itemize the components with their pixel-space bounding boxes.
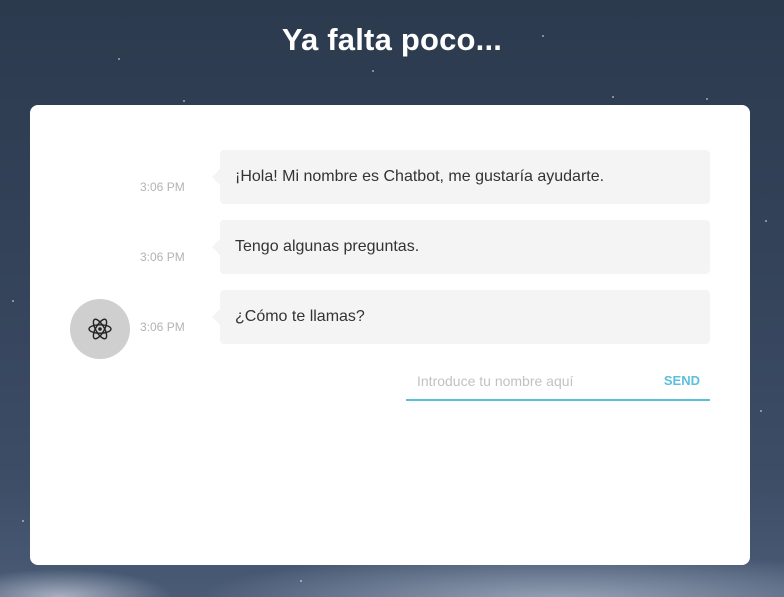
chat-message: 3:06 PM Tengo algunas preguntas. — [30, 220, 750, 274]
message-bubble: ¿Cómo te llamas? — [212, 290, 710, 344]
bot-avatar — [70, 299, 130, 359]
message-timestamp: 3:06 PM — [140, 320, 185, 334]
name-input-group: SEND — [406, 363, 710, 401]
message-timestamp: 3:06 PM — [140, 180, 185, 194]
name-input[interactable] — [406, 363, 646, 399]
atom-icon — [88, 318, 112, 340]
message-bubble: ¡Hola! Mi nombre es Chatbot, me gustaría… — [212, 150, 710, 204]
page-title: Ya falta poco... — [281, 22, 503, 57]
send-button[interactable]: SEND — [664, 363, 700, 399]
message-bubble: Tengo algunas preguntas. — [212, 220, 710, 274]
message-timestamp: 3:06 PM — [140, 250, 185, 264]
chat-message: 3:06 PM ¡Hola! Mi nombre es Chatbot, me … — [30, 150, 750, 204]
chat-card: 3:06 PM ¡Hola! Mi nombre es Chatbot, me … — [30, 105, 750, 565]
chat-message: 3:06 PM ¿Cómo te llamas? — [30, 290, 750, 344]
